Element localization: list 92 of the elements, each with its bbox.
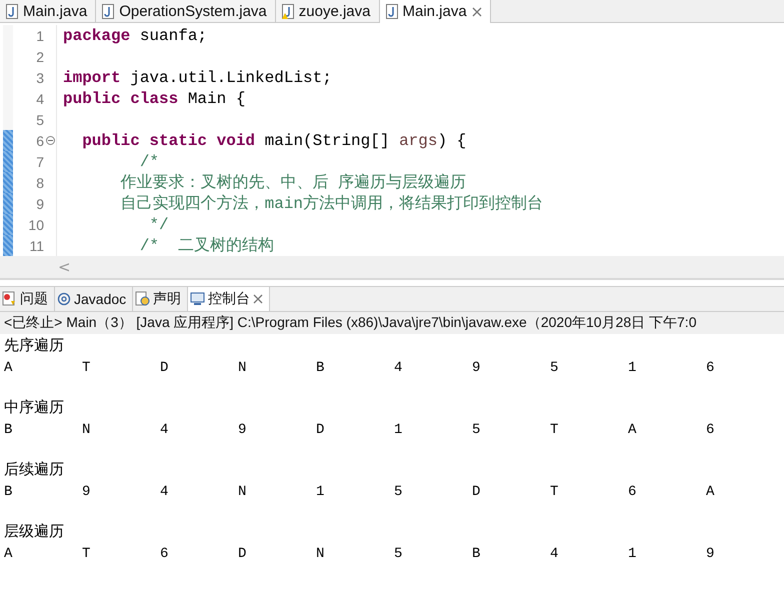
output-value: 5 bbox=[472, 422, 482, 438]
code-line: 作业要求：叉树的先、中、后 序遍历与层级遍历 bbox=[120, 172, 466, 193]
java-file-icon bbox=[386, 4, 398, 19]
tab-label: 控制台 bbox=[208, 290, 250, 308]
output-value: D bbox=[472, 484, 482, 500]
output-value: N bbox=[238, 484, 248, 500]
line-number: 1 bbox=[35, 28, 44, 44]
output-value: D bbox=[316, 422, 326, 438]
output-value: T bbox=[82, 360, 92, 376]
output-value: A bbox=[628, 422, 638, 438]
output-value: T bbox=[550, 422, 560, 438]
editor-tab[interactable]: Main.java bbox=[0, 0, 96, 22]
tab-label: Main.java bbox=[23, 2, 88, 20]
output-value: D bbox=[160, 360, 170, 376]
at-sign-icon bbox=[57, 292, 71, 306]
java-file-icon bbox=[102, 4, 114, 18]
editor-tab[interactable]: Main.java bbox=[380, 0, 491, 23]
output-value: 4 bbox=[160, 484, 170, 500]
code-line: public class Main { bbox=[63, 90, 246, 108]
line-number: 3 bbox=[35, 70, 44, 86]
line-number: 5 bbox=[35, 112, 44, 128]
console-header: <已终止> Main（3） [Java 应用程序] C:\Program Files (x86)\Java\jre7\bin\javaw.exe（2020年10月28日 下午7:0 bbox=[0, 312, 784, 334]
collapse-icon[interactable] bbox=[46, 136, 54, 145]
output-value: 1 bbox=[628, 360, 638, 376]
view-tab[interactable]: 控制台 bbox=[188, 287, 270, 311]
output-value: 1 bbox=[316, 484, 326, 500]
output-value: 5 bbox=[394, 546, 404, 562]
java-file-icon bbox=[282, 4, 294, 18]
output-value: 6 bbox=[706, 360, 716, 376]
output-value: 4 bbox=[550, 546, 560, 562]
tab-label: 问题 bbox=[20, 290, 48, 308]
editor-tab[interactable]: zuoye.java bbox=[276, 0, 380, 22]
line-number: 2 bbox=[35, 48, 44, 64]
code-line: 自己实现四个方法，main方法中调用，将结果打印到控制台 bbox=[120, 194, 544, 214]
line-number: 6 bbox=[35, 132, 44, 148]
output-value: N bbox=[82, 422, 92, 438]
view-tab[interactable]: 声明 bbox=[133, 287, 188, 311]
output-value: 1 bbox=[394, 422, 404, 438]
output-value: 4 bbox=[394, 360, 404, 376]
line-number: 8 bbox=[35, 174, 44, 190]
output-value: 6 bbox=[628, 484, 638, 500]
output-value: N bbox=[316, 546, 326, 562]
output-value: B bbox=[4, 484, 14, 500]
line-number: 7 bbox=[35, 154, 44, 170]
problems-icon bbox=[2, 291, 17, 307]
console-icon bbox=[190, 292, 206, 306]
output-value: 9 bbox=[82, 484, 92, 500]
output-value: A bbox=[4, 546, 14, 562]
output-value: T bbox=[82, 546, 92, 562]
output-value: B bbox=[4, 422, 14, 438]
output-value: B bbox=[472, 546, 482, 562]
view-tab[interactable]: 问题 bbox=[0, 287, 55, 311]
code-line: package suanfa; bbox=[63, 26, 208, 44]
output-title: 层级遍历 bbox=[4, 521, 65, 542]
output-title: 中序遍历 bbox=[4, 397, 65, 418]
output-value: T bbox=[550, 484, 560, 500]
tab-label: 声明 bbox=[153, 290, 182, 308]
output-value: A bbox=[706, 484, 716, 500]
output-value: 4 bbox=[160, 422, 170, 438]
output-value: 5 bbox=[394, 484, 404, 500]
tab-label: zuoye.java bbox=[298, 2, 370, 20]
editor-tab[interactable]: OperationSystem.java bbox=[96, 0, 276, 22]
line-number: 11 bbox=[28, 238, 44, 254]
output-value: 9 bbox=[706, 546, 716, 562]
output-value: A bbox=[4, 360, 14, 376]
close-icon[interactable] bbox=[472, 6, 482, 16]
line-number: 4 bbox=[35, 90, 44, 106]
output-value: N bbox=[238, 360, 248, 376]
code-line: /* bbox=[138, 152, 160, 170]
tab-label: OperationSystem.java bbox=[119, 2, 267, 20]
code-line: */ bbox=[148, 216, 169, 234]
output-value: 6 bbox=[160, 546, 170, 562]
code-line: import java.util.LinkedList; bbox=[63, 68, 332, 86]
declaration-icon bbox=[135, 291, 150, 307]
code-line: /* 二叉树的结构 bbox=[138, 236, 274, 256]
output-value: 1 bbox=[628, 546, 638, 562]
output-title: 先序遍历 bbox=[4, 335, 65, 356]
output-value: D bbox=[238, 546, 248, 562]
close-icon[interactable] bbox=[253, 294, 264, 304]
code-line: public static void main(String[] args) { bbox=[81, 132, 466, 150]
output-value: B bbox=[316, 360, 326, 376]
output-value: 9 bbox=[472, 360, 482, 376]
java-file-icon bbox=[6, 4, 18, 18]
output-value: 6 bbox=[706, 422, 716, 438]
tab-label: Main.java bbox=[402, 3, 467, 20]
tab-label: Javadoc bbox=[74, 291, 126, 307]
output-value: 5 bbox=[550, 360, 560, 376]
line-number: 10 bbox=[27, 216, 44, 232]
line-number: 9 bbox=[35, 196, 44, 212]
view-tab[interactable]: Javadoc bbox=[55, 287, 134, 311]
output-title: 后续遍历 bbox=[4, 459, 65, 480]
output-value: 9 bbox=[238, 422, 248, 438]
